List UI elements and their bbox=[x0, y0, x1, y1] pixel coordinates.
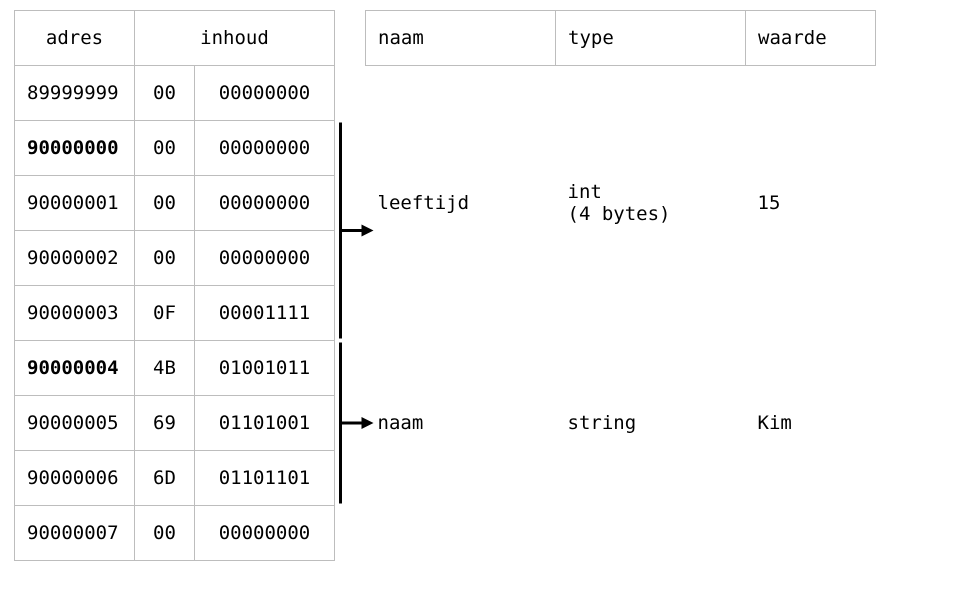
memory-row: 900000070000000000 bbox=[15, 506, 335, 561]
vars-header-type: type bbox=[556, 11, 746, 66]
memory-cell-address: 89999999 bbox=[15, 66, 135, 121]
memory-row: 900000066D01101101 bbox=[15, 451, 335, 506]
memory-cell-hex: 00 bbox=[135, 121, 195, 176]
variables-table: naam type waarde leeftijdint (4 bytes)15… bbox=[365, 10, 876, 561]
vars-cell-value: 15 bbox=[746, 176, 876, 231]
memory-cell-address: 90000000 bbox=[15, 121, 135, 176]
memory-cell-address: 90000007 bbox=[15, 506, 135, 561]
vars-cell-name: leeftijd bbox=[366, 176, 556, 231]
memory-cell-hex: 00 bbox=[135, 231, 195, 286]
memory-cell-address: 90000006 bbox=[15, 451, 135, 506]
memory-cell-bin: 01001011 bbox=[195, 341, 335, 396]
vars-row bbox=[366, 506, 876, 561]
memory-cell-hex: 4B bbox=[135, 341, 195, 396]
vars-cell-value: Kim bbox=[746, 396, 876, 451]
memory-row: 899999990000000000 bbox=[15, 66, 335, 121]
memory-row: 900000000000000000 bbox=[15, 121, 335, 176]
memory-cell-address: 90000005 bbox=[15, 396, 135, 451]
memory-row: 900000030F00001111 bbox=[15, 286, 335, 341]
memory-cell-bin: 00000000 bbox=[195, 121, 335, 176]
vars-header-name: naam bbox=[366, 11, 556, 66]
memory-cell-address: 90000001 bbox=[15, 176, 135, 231]
memory-cell-bin: 00000000 bbox=[195, 66, 335, 121]
vars-row bbox=[366, 66, 876, 121]
vars-row bbox=[366, 341, 876, 396]
memory-cell-address: 90000003 bbox=[15, 286, 135, 341]
memory-cell-hex: 00 bbox=[135, 506, 195, 561]
vars-row bbox=[366, 121, 876, 176]
memory-header-address: adres bbox=[15, 11, 135, 66]
vars-cell-name: naam bbox=[366, 396, 556, 451]
memory-cell-bin: 00000000 bbox=[195, 231, 335, 286]
vars-cell-type: int (4 bytes) bbox=[556, 176, 746, 231]
memory-cell-hex: 69 bbox=[135, 396, 195, 451]
memory-row: 900000056901101001 bbox=[15, 396, 335, 451]
memory-cell-hex: 0F bbox=[135, 286, 195, 341]
memory-cell-bin: 01101101 bbox=[195, 451, 335, 506]
vars-header-value: waarde bbox=[746, 11, 876, 66]
memory-cell-hex: 00 bbox=[135, 66, 195, 121]
memory-cell-hex: 6D bbox=[135, 451, 195, 506]
vars-row bbox=[366, 451, 876, 506]
memory-cell-hex: 00 bbox=[135, 176, 195, 231]
memory-cell-address: 90000004 bbox=[15, 341, 135, 396]
memory-cell-bin: 00000000 bbox=[195, 506, 335, 561]
memory-row: 900000010000000000 bbox=[15, 176, 335, 231]
vars-cell-type: string bbox=[556, 396, 746, 451]
vars-row bbox=[366, 231, 876, 286]
memory-row: 900000020000000000 bbox=[15, 231, 335, 286]
memory-header-content: inhoud bbox=[135, 11, 335, 66]
memory-cell-address: 90000002 bbox=[15, 231, 135, 286]
memory-cell-bin: 00000000 bbox=[195, 176, 335, 231]
vars-row: leeftijdint (4 bytes)15 bbox=[366, 176, 876, 231]
memory-cell-bin: 01101001 bbox=[195, 396, 335, 451]
vars-row bbox=[366, 286, 876, 341]
memory-table: adres inhoud 899999990000000000900000000… bbox=[14, 10, 335, 561]
diagram-wrap: adres inhoud 899999990000000000900000000… bbox=[14, 10, 876, 561]
vars-row: naamstringKim bbox=[366, 396, 876, 451]
memory-row: 900000044B01001011 bbox=[15, 341, 335, 396]
memory-cell-bin: 00001111 bbox=[195, 286, 335, 341]
